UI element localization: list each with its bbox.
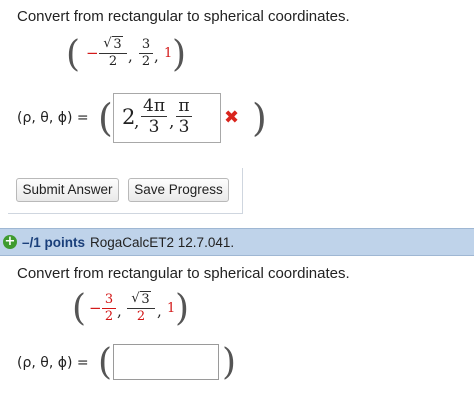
answer-input-field[interactable] — [113, 344, 219, 380]
save-progress-button[interactable]: Save Progress — [128, 178, 229, 202]
point-x-radicand: 3 — [112, 36, 123, 52]
answer-input-field[interactable]: 2 , 4π 3 , π 3 — [113, 93, 221, 143]
incorrect-x-icon: ✖ — [224, 107, 240, 128]
answer-open-paren: ( — [98, 342, 113, 383]
question-1-panel: Convert from rectangular to spherical co… — [0, 0, 474, 214]
point-x-numerator: 3 — [104, 292, 114, 307]
question-2-prompt: Convert from rectangular to spherical co… — [17, 265, 350, 282]
answer-label: (ρ, θ, ϕ) = — [17, 355, 89, 371]
point-y-denominator: 2 — [136, 309, 146, 324]
answer-open-paren: ( — [98, 96, 113, 140]
submit-answer-button[interactable]: Submit Answer — [16, 178, 119, 202]
answer-theta-fraction: 4π 3 — [141, 97, 167, 136]
point-x-denominator: 2 — [108, 54, 118, 69]
point-y-numerator: 3 — [141, 37, 151, 52]
answer-separator: , — [134, 112, 140, 132]
point-separator: , — [128, 47, 133, 65]
question-2-header: + –/1 points RogaCalcET2 12.7.041. — [0, 228, 474, 256]
answer-close-paren: ) — [222, 342, 237, 383]
point-x-sign: − — [86, 44, 99, 62]
point-close-paren: ) — [175, 288, 190, 329]
point-y-radicand: 3 — [140, 291, 151, 307]
question-source-label: RogaCalcET2 12.7.041. — [90, 235, 235, 250]
point-x-sign: − — [89, 299, 102, 317]
answer-label: (ρ, θ, ϕ) = — [17, 110, 89, 126]
answer-theta-denominator: 3 — [148, 117, 160, 137]
answer-phi-fraction: π 3 — [176, 97, 192, 136]
point-separator: , — [157, 302, 162, 320]
point-open-paren: ( — [66, 34, 81, 75]
answer-phi-numerator: π — [178, 96, 190, 116]
expand-plus-icon[interactable]: + — [3, 235, 17, 249]
point-x-fraction: √ 3 2 — [99, 36, 127, 69]
answer-theta-numerator: 4π — [143, 96, 165, 116]
point-open-paren: ( — [72, 288, 87, 329]
sqrt-symbol: √ 3 — [131, 291, 151, 307]
point-close-paren: ) — [172, 34, 187, 75]
point-x-fraction: 3 2 — [102, 293, 116, 324]
points-label: –/1 points — [22, 235, 86, 250]
point-y-fraction: √ 3 2 — [127, 291, 155, 324]
question-2-panel: Convert from rectangular to spherical co… — [0, 256, 474, 410]
point-separator: , — [154, 47, 159, 65]
point-x-denominator: 2 — [104, 309, 114, 324]
answer-separator: , — [169, 112, 175, 132]
point-y-fraction: 3 2 — [139, 38, 153, 69]
point-y-denominator: 2 — [141, 54, 151, 69]
point-separator: , — [117, 302, 122, 320]
answer-phi-denominator: 3 — [178, 117, 190, 137]
answer-close-paren: ) — [252, 96, 267, 140]
question-1-prompt: Convert from rectangular to spherical co… — [17, 8, 350, 25]
sqrt-symbol: √ 3 — [103, 36, 123, 52]
